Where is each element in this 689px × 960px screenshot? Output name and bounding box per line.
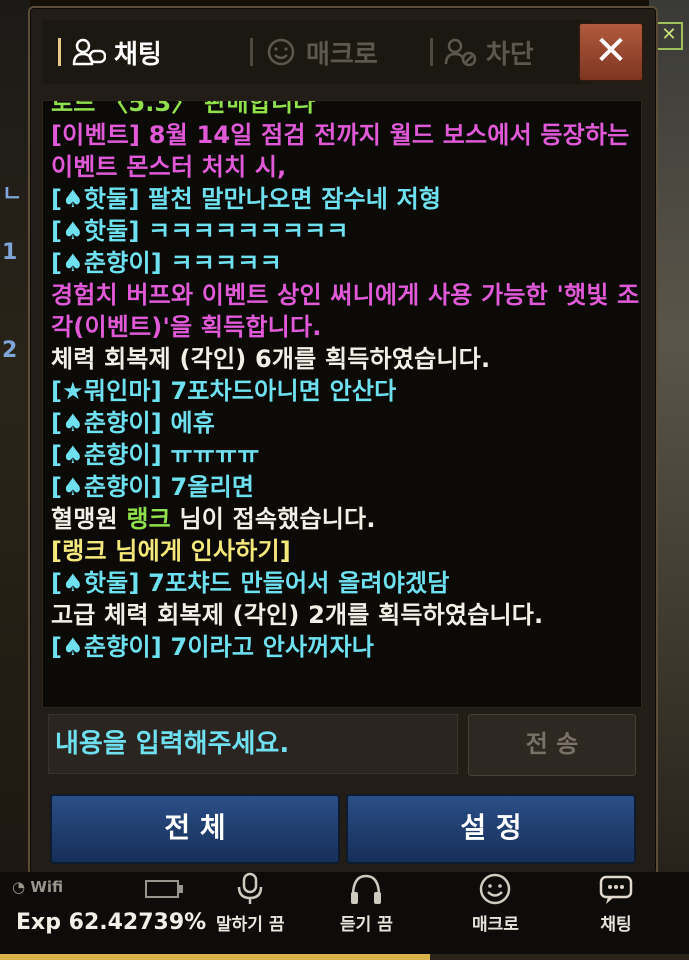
exp-bar-fill <box>0 954 431 960</box>
tab-chat-label: 채팅 <box>114 39 162 70</box>
wifi-label: Wifi <box>30 878 64 896</box>
chat-bubble-icon <box>599 875 633 904</box>
chat-message: 로드 〈5.3〉 판매합니다 <box>43 100 641 119</box>
chat-message-text: 체력 회복제 (각인) 6개를 획득하였습니다. <box>51 345 491 373</box>
microphone-icon <box>237 872 263 904</box>
close-icon: ✕ <box>594 28 628 74</box>
battery-icon <box>145 880 183 898</box>
chat-message-text: [♠핫둘] 7포챠드 만들어서 올려야겠담 <box>51 569 450 597</box>
chat-message-text: [★뭐인마] 7포차드아니면 안산다 <box>51 377 397 405</box>
chat-message: [♠춘향이] ㅋㅋㅋㅋㅋ <box>43 247 641 279</box>
chat-message-text: 고급 체력 회복제 (각인) 2개를 획득하였습니다. <box>51 601 544 629</box>
chat-message-text: [♠핫둘] 팔천 말만나오면 잠수네 저형 <box>51 185 442 213</box>
tab-separator <box>430 38 433 66</box>
tab-chat[interactable]: 채팅 <box>58 34 162 70</box>
block-user-icon <box>444 38 477 67</box>
tab-block-label: 차단 <box>486 39 534 70</box>
exp-label: Exp <box>16 910 61 935</box>
chat-button[interactable]: 채팅 <box>598 872 634 935</box>
tab-macro-label: 매크로 <box>306 39 378 70</box>
chat-message: [★뭐인마] 7포차드아니면 안산다 <box>43 375 641 407</box>
all-button[interactable]: 전 체 <box>50 794 340 864</box>
chat-message: [♠핫둘] ㅋㅋㅋㅋㅋㅋㅋㅋㅋ <box>43 215 641 247</box>
left-mark: ㄴ <box>2 182 23 207</box>
chat-message: [♠춘향이] 7올리면 <box>43 471 641 503</box>
close-x-icon[interactable]: ✕ <box>655 22 683 50</box>
tab-separator <box>58 38 61 66</box>
player-name-link[interactable]: 랭크 <box>126 505 171 533</box>
chat-message: [♠춘향이] 7이라고 안사꺼자나 <box>43 631 641 663</box>
chat-message: [이벤트] 8월 14일 점검 전까지 월드 보스에서 등장하는 이벤트 몬스터… <box>43 119 641 183</box>
input-row: 전 송 <box>42 714 640 778</box>
tab-block[interactable]: 차단 <box>430 34 534 70</box>
people-chat-icon <box>72 38 106 66</box>
exp-readout: Exp 62.42739% <box>16 910 206 935</box>
chat-window: 채팅 매크로 차단 ✕ 로드 〈5.3〉 판매합니다 [이벤트] 8월 14일 … <box>28 6 658 876</box>
listen-off-label: 듣기 끔 <box>340 915 393 935</box>
tab-bar: 채팅 매크로 차단 <box>42 20 592 84</box>
bottom-hud: ◔ Wifi Exp 62.42739% 말하기 끔 듣기 끔 매크로 채팅 <box>0 872 689 960</box>
smiley-icon <box>480 873 511 905</box>
chat-message-text: 로드 〈5.3〉 판매합니다 <box>51 100 316 117</box>
chat-message: 혈맹원 랭크 님이 접속했습니다. <box>43 503 641 535</box>
tab-macro[interactable]: 매크로 <box>250 34 378 70</box>
send-button[interactable]: 전 송 <box>468 714 636 776</box>
chat-message: 체력 회복제 (각인) 6개를 획득하였습니다. <box>43 343 641 375</box>
close-button[interactable]: ✕ <box>578 22 644 82</box>
game-background-left: ㄴ 1 2 <box>0 0 30 960</box>
chat-message-text: [♠핫둘] ㅋㅋㅋㅋㅋㅋㅋㅋㅋ <box>51 217 349 245</box>
listen-off-button[interactable]: 듣기 끔 <box>340 872 393 935</box>
chat-message-text: [랭크 님에게 인사하기] <box>51 537 291 565</box>
settings-button[interactable]: 설 정 <box>346 794 636 864</box>
chat-message: 고급 체력 회복제 (각인) 2개를 획득하였습니다. <box>43 599 641 631</box>
chat-message-text: [♠춘향이] 7올리면 <box>51 473 255 501</box>
chat-message-text: [♠춘향이] ㅋㅋㅋㅋㅋ <box>51 249 282 277</box>
chat-message-text: [♠춘향이] 에휴 <box>51 409 216 437</box>
exp-value: 62.42739% <box>68 910 207 935</box>
exp-bar <box>0 954 689 960</box>
left-mark: 2 <box>2 338 18 363</box>
bottom-buttons: 전 체 설 정 <box>42 794 640 864</box>
mic-off-label: 말하기 끔 <box>216 915 285 935</box>
chat-message: [♠핫둘] 팔천 말만나오면 잠수네 저형 <box>43 183 641 215</box>
chat-log[interactable]: 로드 〈5.3〉 판매합니다 [이벤트] 8월 14일 점검 전까지 월드 보스에… <box>42 100 642 708</box>
chat-message-suffix: 님이 접속했습니다. <box>170 505 376 533</box>
chat-input[interactable] <box>48 714 458 774</box>
chat-message: [♠핫둘] 7포챠드 만들어서 올려야겠담 <box>43 567 641 599</box>
chat-message: [랭크 님에게 인사하기] <box>43 535 641 567</box>
chat-label: 채팅 <box>600 915 632 935</box>
headphones-icon <box>351 874 382 904</box>
chat-message-text: [이벤트] 8월 14일 점검 전까지 월드 보스에서 등장하는 이벤트 몬스터… <box>51 121 639 181</box>
chat-message-text: 경험치 버프와 이벤트 상인 써니에게 사용 가능한 '햇빛 조각(이벤트)'을… <box>51 281 640 341</box>
smiley-icon <box>267 38 295 66</box>
tab-separator <box>250 38 253 66</box>
chat-message-text: [♠춘향이] ㅠㅠㅠㅠ <box>51 441 260 469</box>
chat-message-text: 혈맹원 <box>51 505 127 533</box>
mic-off-button[interactable]: 말하기 끔 <box>216 872 284 935</box>
chat-message: [♠춘향이] ㅠㅠㅠㅠ <box>43 439 641 471</box>
left-mark: 1 <box>2 240 18 265</box>
chat-message-text: [♠춘향이] 7이라고 안사꺼자나 <box>51 633 375 661</box>
macro-button[interactable]: 매크로 <box>472 872 519 935</box>
chat-message: 경험치 버프와 이벤트 상인 써니에게 사용 가능한 '햇빛 조각(이벤트)'을… <box>43 279 641 343</box>
chat-message: [♠춘향이] 에휴 <box>43 407 641 439</box>
wifi-icon: ◔ <box>12 878 31 896</box>
macro-label: 매크로 <box>472 915 519 935</box>
wifi-indicator: ◔ Wifi <box>12 878 63 896</box>
